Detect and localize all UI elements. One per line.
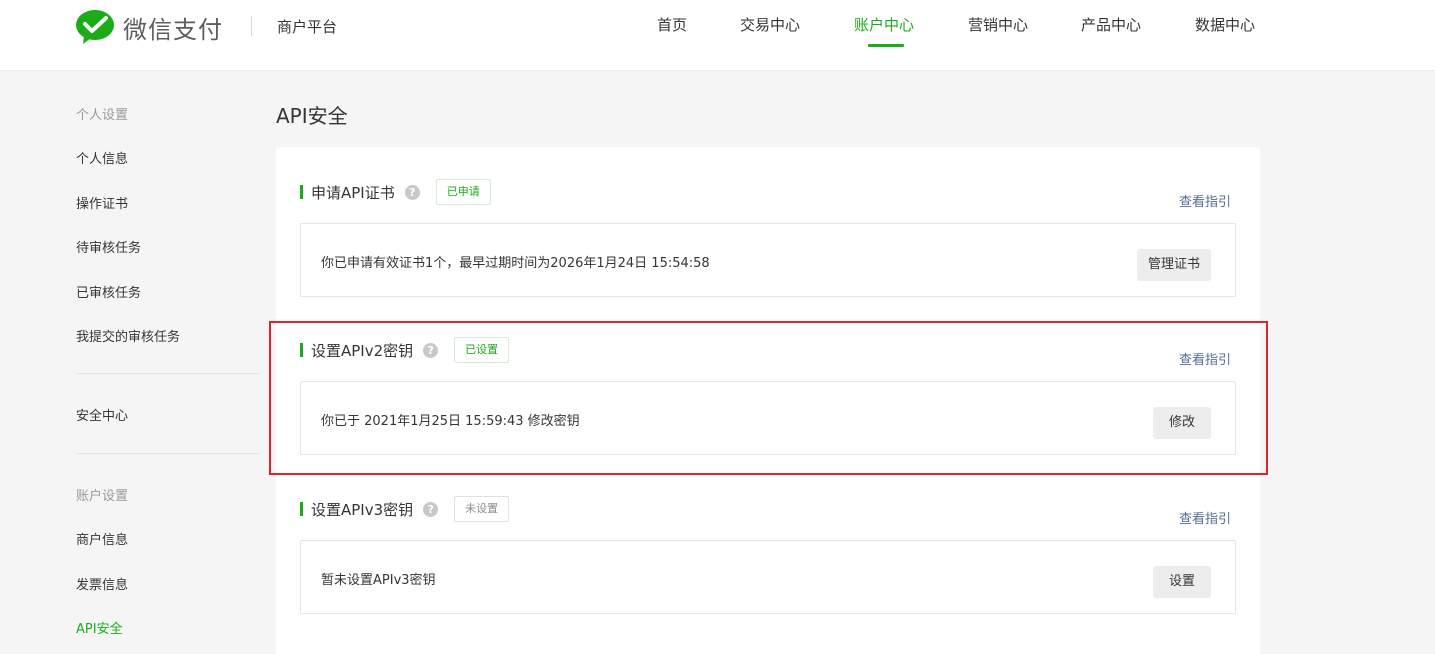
- sidebar-item-pending-review[interactable]: 待审核任务: [76, 237, 141, 256]
- sidebar-item-merchant-info[interactable]: 商户信息: [76, 529, 128, 548]
- section-accent-bar: [300, 502, 303, 516]
- sidebar-item-personal-info[interactable]: 个人信息: [76, 148, 128, 167]
- sidebar-divider: [76, 453, 260, 454]
- question-circle-icon[interactable]: ?: [423, 342, 439, 358]
- section-title: 设置APIv2密钥: [311, 341, 414, 360]
- section-accent-bar: [300, 343, 303, 357]
- sidebar-item-reviewed[interactable]: 已审核任务: [76, 282, 141, 301]
- status-badge: 未设置: [454, 496, 510, 522]
- top-header: 微信支付 商户平台 首页 交易中心 账户中心 营销中心 产品中心 数据中心: [0, 0, 1435, 71]
- status-badge: 已申请: [435, 179, 491, 205]
- section-apiv3-key-box: 暂未设置APIv3密钥 设置: [300, 540, 1236, 614]
- section-title: 设置APIv3密钥: [311, 500, 414, 519]
- sidebar-item-security-center[interactable]: 安全中心: [76, 405, 128, 424]
- nav-trade-center[interactable]: 交易中心: [740, 14, 800, 35]
- section-apiv2-key-box: 你已于 2021年1月25日 15:59:43 修改密钥 修改: [300, 381, 1236, 455]
- sidebar-item-invoice-info[interactable]: 发票信息: [76, 574, 128, 593]
- view-guide-link[interactable]: 查看指引: [1179, 349, 1231, 368]
- section-accent-bar: [300, 185, 303, 199]
- section-apiv3-key-header: 设置APIv3密钥 ? 未设置: [300, 496, 510, 522]
- section-info-text: 你已于 2021年1月25日 15:59:43 修改密钥: [321, 414, 580, 429]
- view-guide-link[interactable]: 查看指引: [1179, 508, 1231, 527]
- sidebar-divider: [76, 373, 260, 374]
- sidebar: 个人设置 个人信息 操作证书 待审核任务 已审核任务 我提交的审核任务 安全中心…: [0, 71, 260, 654]
- section-api-cert-header: 申请API证书 ? 已申请: [300, 179, 491, 205]
- page-title: API安全: [276, 104, 348, 128]
- nav-home[interactable]: 首页: [657, 14, 687, 35]
- view-guide-link[interactable]: 查看指引: [1179, 191, 1231, 210]
- nav-account-center[interactable]: 账户中心: [854, 14, 914, 35]
- nav-marketing-center[interactable]: 营销中心: [968, 14, 1028, 35]
- sidebar-item-operation-cert[interactable]: 操作证书: [76, 193, 128, 212]
- section-info-text: 暂未设置APIv3密钥: [321, 573, 436, 588]
- nav-data-center[interactable]: 数据中心: [1195, 14, 1255, 35]
- section-apiv2-key-header: 设置APIv2密钥 ? 已设置: [300, 337, 510, 363]
- nav-active-indicator: [868, 44, 904, 47]
- section-api-cert-box: 你已申请有效证书1个，最早过期时间为2026年1月24日 15:54:58 管理…: [300, 223, 1236, 297]
- status-badge: 已设置: [454, 337, 510, 363]
- modify-key-button[interactable]: 修改: [1153, 407, 1212, 439]
- question-circle-icon[interactable]: ?: [404, 184, 420, 200]
- sidebar-group-personal: 个人设置: [76, 108, 129, 123]
- manage-cert-button[interactable]: 管理证书: [1137, 249, 1212, 281]
- main-nav: 首页 交易中心 账户中心 营销中心 产品中心 数据中心: [0, 14, 1435, 54]
- set-key-button[interactable]: 设置: [1153, 566, 1212, 598]
- section-title: 申请API证书: [311, 183, 395, 202]
- sidebar-group-account: 账户设置: [76, 489, 129, 504]
- nav-product-center[interactable]: 产品中心: [1081, 14, 1141, 35]
- section-info-text: 你已申请有效证书1个，最早过期时间为2026年1月24日 15:54:58: [321, 256, 710, 271]
- sidebar-item-submitted-review[interactable]: 我提交的审核任务: [76, 326, 180, 345]
- question-circle-icon[interactable]: ?: [423, 501, 439, 517]
- sidebar-item-api-security[interactable]: API安全: [76, 618, 123, 637]
